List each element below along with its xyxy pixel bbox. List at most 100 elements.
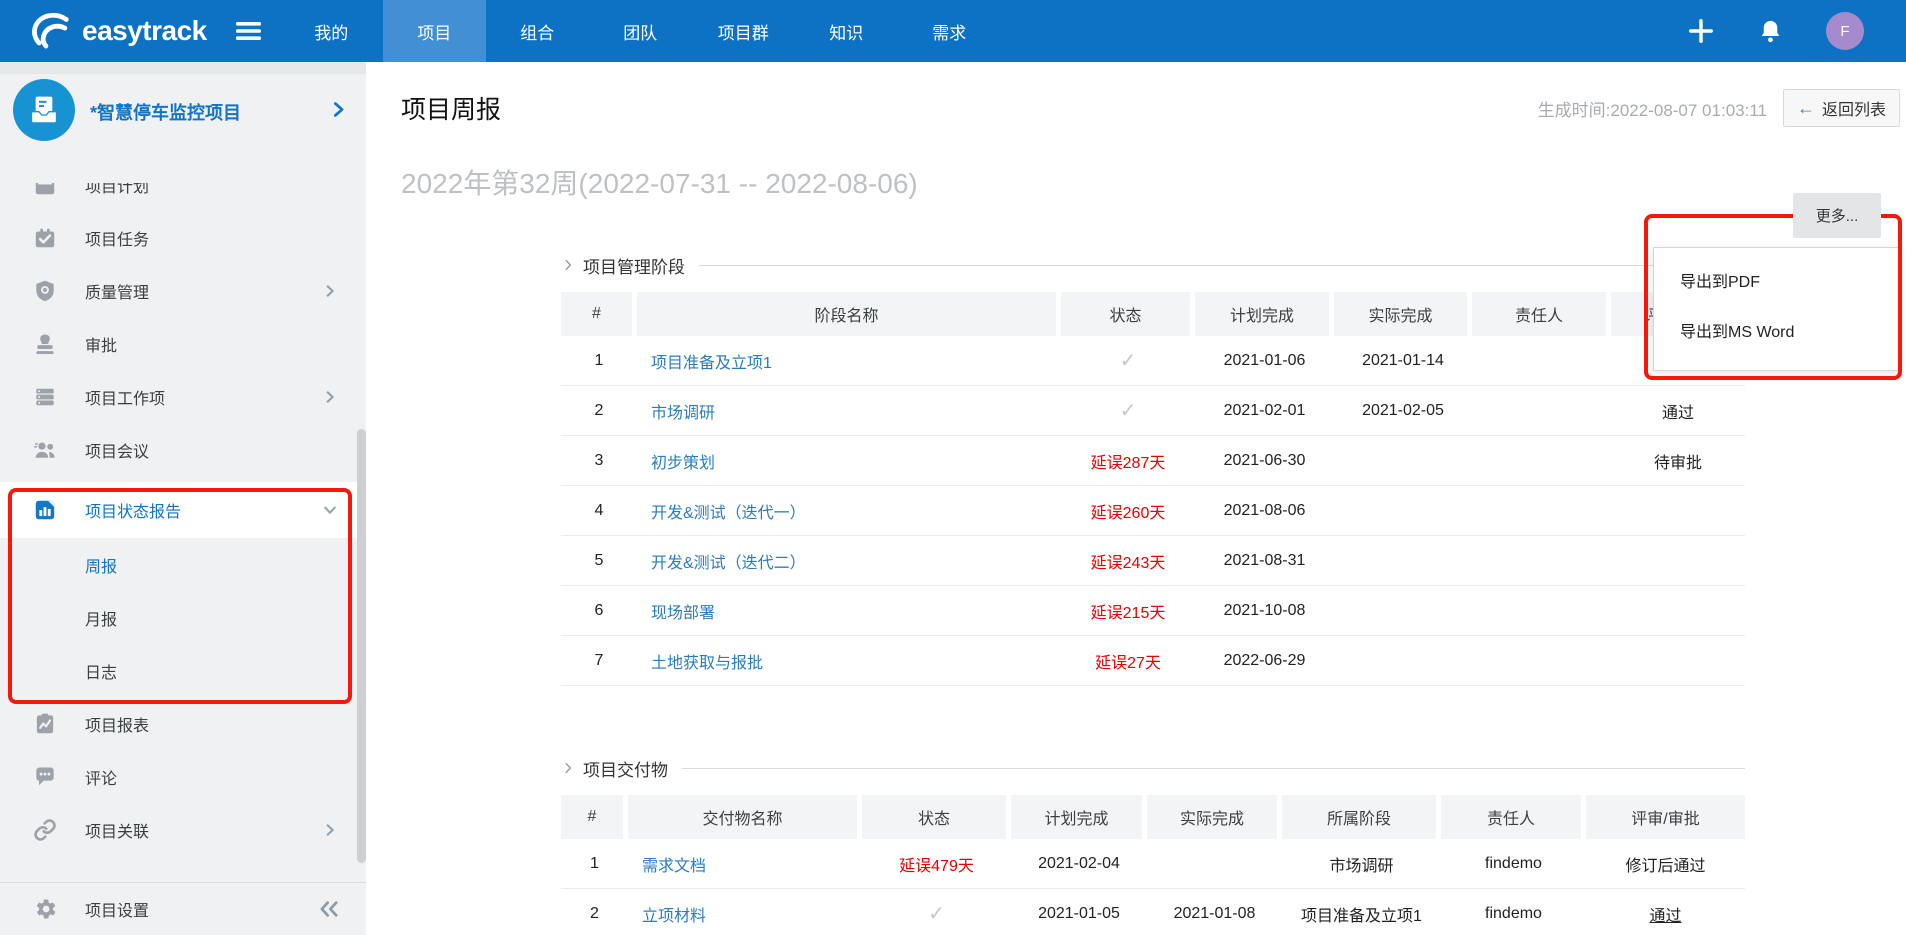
export-dropdown-menu: 导出到PDF导出到MS Word xyxy=(1653,247,1900,371)
comment-icon xyxy=(32,764,58,790)
section-title: 项目交付物 xyxy=(583,756,668,781)
sidebar-item-monthly-report[interactable]: 月报 xyxy=(0,591,366,644)
sidebar-item-label: 项目状态报告 xyxy=(85,498,181,522)
table-cell: 2021-02-04 xyxy=(1011,839,1147,888)
table-cell: 项目准备及立项1 xyxy=(637,336,1061,385)
sidebar-item-quality[interactable]: 质量管理 xyxy=(0,264,366,317)
table-cell: 2021-01-06 xyxy=(1195,336,1334,385)
notifications-bell-icon[interactable] xyxy=(1757,18,1784,45)
user-avatar[interactable]: F xyxy=(1826,12,1864,50)
more-actions-button[interactable]: 更多... xyxy=(1793,193,1881,238)
sidebar-item-weekly-report[interactable]: 周报 xyxy=(0,538,366,591)
sidebar-item-workitems[interactable]: 项目工作项 xyxy=(0,370,366,423)
table-row: 1项目准备及立项1✓2021-01-062021-01-14 xyxy=(561,336,1745,386)
sidebar-item-tasks[interactable]: 项目任务 xyxy=(0,211,366,264)
column-header: 阶段名称 xyxy=(637,292,1061,336)
item-link[interactable]: 立项材料 xyxy=(642,902,706,926)
cell-text: 4 xyxy=(595,502,604,520)
table-cell: 土地获取与报批 xyxy=(637,636,1061,685)
item-link[interactable]: 项目准备及立项1 xyxy=(651,349,772,373)
nav-tab[interactable]: 项目群 xyxy=(692,0,795,62)
data-table: #阶段名称状态计划完成实际完成责任人评审/审批1项目准备及立项1✓2021-01… xyxy=(561,292,1745,686)
sidebar-item-approval[interactable]: 审批 xyxy=(0,317,366,370)
table-cell xyxy=(1334,436,1472,485)
cell-text: 项目准备及立项1 xyxy=(1301,902,1422,926)
brand-name: easytrack xyxy=(82,15,207,47)
table-cell: 2021-01-08 xyxy=(1147,889,1282,935)
section-chevron-icon xyxy=(561,258,575,272)
table-cell: ✓ xyxy=(1061,336,1195,385)
section-divider xyxy=(682,768,1745,769)
generated-time: 生成时间:2022-08-07 01:03:11 xyxy=(1538,96,1767,121)
column-header: # xyxy=(561,292,637,336)
table-cell xyxy=(1472,636,1611,685)
table-cell: 2021-10-08 xyxy=(1195,586,1334,635)
sidebar-item-label: 质量管理 xyxy=(85,279,149,303)
sidebar-item-meetings[interactable]: 项目会议 xyxy=(0,423,366,476)
sidebar-item-label: 项目报表 xyxy=(85,712,149,736)
sidebar-scrollbar-thumb[interactable] xyxy=(357,429,366,863)
sidebar-item-comments[interactable]: 评论 xyxy=(0,750,366,803)
chevron-right-icon xyxy=(322,283,338,299)
sidebar-item-relations[interactable]: 项目关联 xyxy=(0,803,366,856)
page-title: 项目周报 xyxy=(401,90,501,126)
table-row: 7土地获取与报批延误27天2022-06-29 xyxy=(561,636,1745,686)
cell-text: 2021-02-04 xyxy=(1038,855,1120,873)
nav-tab[interactable]: 团队 xyxy=(589,0,692,62)
cell-text: 2021-08-06 xyxy=(1224,502,1306,520)
plan-icon xyxy=(32,183,58,198)
cell-text[interactable]: 通过 xyxy=(1649,902,1681,926)
sidebar-item-settings[interactable]: 项目设置 xyxy=(0,882,366,935)
nav-tab[interactable]: 需求 xyxy=(898,0,1001,62)
cell-text: 2021-02-01 xyxy=(1224,402,1306,420)
item-link[interactable]: 土地获取与报批 xyxy=(651,649,763,673)
export-word-menu-item[interactable]: 导出到MS Word xyxy=(1654,308,1899,358)
nav-tab[interactable]: 知识 xyxy=(795,0,898,62)
table-cell xyxy=(1472,436,1611,485)
nav-tab[interactable]: 我的 xyxy=(280,0,383,62)
quality-icon xyxy=(32,278,58,304)
section-chevron-icon xyxy=(561,761,575,775)
sidebar-item-reports[interactable]: 项目报表 xyxy=(0,697,366,750)
table-cell xyxy=(1611,636,1745,685)
item-link[interactable]: 开发&测试（迭代一） xyxy=(651,499,806,523)
table-cell: 市场调研 xyxy=(1282,839,1441,888)
week-range-title: 2022年第32周(2022-07-31 -- 2022-08-06) xyxy=(401,162,918,202)
primary-nav: 我的项目组合团队项目群知识需求 xyxy=(280,0,1001,62)
table-cell: 2021-02-05 xyxy=(1334,386,1472,435)
sidebar-top-strip xyxy=(0,62,366,74)
app-logo[interactable]: easytrack xyxy=(0,0,207,62)
item-link[interactable]: 初步策划 xyxy=(651,449,715,473)
item-link[interactable]: 市场调研 xyxy=(651,399,715,423)
table-cell: ✓ xyxy=(1061,386,1195,435)
table-cell: 2021-01-05 xyxy=(1011,889,1147,935)
sidebar-item-plan[interactable]: 项目计划 xyxy=(0,183,366,211)
export-pdf-menu-item[interactable]: 导出到PDF xyxy=(1654,258,1899,308)
table-cell: 延误287天 xyxy=(1061,436,1195,485)
sidebar-item-journal[interactable]: 日志 xyxy=(0,644,366,697)
nav-tab[interactable]: 组合 xyxy=(486,0,589,62)
cell-text: 2 xyxy=(590,905,599,923)
table-cell: 待审批 xyxy=(1611,436,1745,485)
item-link[interactable]: 开发&测试（迭代二） xyxy=(651,549,806,573)
add-icon[interactable] xyxy=(1687,17,1715,45)
table-cell xyxy=(1611,536,1745,585)
project-switcher[interactable]: *智慧停车监控项目 xyxy=(0,74,366,158)
table-cell: 现场部署 xyxy=(637,586,1061,635)
sidebar-item-status-report[interactable]: 项目状态报告 xyxy=(0,482,366,538)
collapse-sidebar-icon[interactable] xyxy=(318,900,340,918)
back-to-list-button[interactable]: ← 返回列表 xyxy=(1783,89,1900,127)
cell-text: 修订后通过 xyxy=(1625,852,1705,876)
sidebar-item-label: 项目任务 xyxy=(85,226,149,250)
table-cell xyxy=(1472,336,1611,385)
table-cell xyxy=(1334,536,1472,585)
back-arrow-icon: ← xyxy=(1797,98,1815,119)
item-link[interactable]: 需求文档 xyxy=(642,852,706,876)
sheet-icon xyxy=(32,711,58,737)
cell-text: 1 xyxy=(595,352,604,370)
item-link[interactable]: 现场部署 xyxy=(651,599,715,623)
column-header: 状态 xyxy=(1061,292,1195,336)
nav-tab[interactable]: 项目 xyxy=(383,0,486,62)
menu-toggle-icon[interactable] xyxy=(235,0,262,62)
table-cell: 2021-02-01 xyxy=(1195,386,1334,435)
